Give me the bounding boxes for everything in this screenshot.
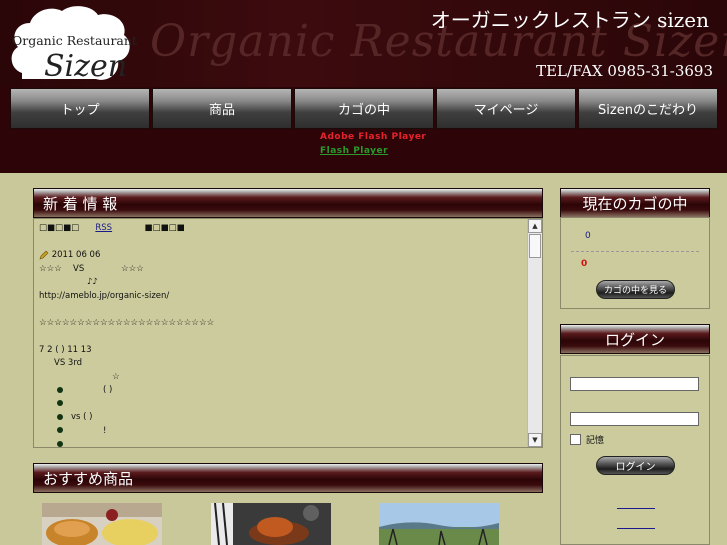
scroll-thumb[interactable] (529, 234, 541, 258)
news-title: 新 着 情 報 (43, 194, 118, 213)
news-bullet-item: ( ) (39, 384, 524, 398)
recommend-title: おすすめ商品 (43, 469, 134, 488)
view-cart-button[interactable]: カゴの中を見る (596, 280, 675, 299)
product-thumbnail-2[interactable] (211, 503, 331, 545)
news-marks-right: ■□■□■ (144, 223, 185, 233)
logo-text-line2: Sizen (44, 49, 128, 84)
cart-box: 0 0 カゴの中を見る (560, 217, 710, 309)
news-feed: □■□■□ RSS ■□■□■ 2011 06 06 ☆☆☆ VS ☆☆☆ ♪♪… (39, 222, 524, 447)
news-line: 7 2 ( ) 11 13 (39, 344, 92, 355)
bullet-icon (57, 427, 63, 433)
login-title: ログイン (604, 330, 665, 349)
bullet-icon (57, 400, 63, 406)
news-date-row: 2011 06 06 (39, 249, 524, 263)
pencil-icon (39, 250, 49, 259)
news-scrollbar[interactable]: ▲ ▼ (527, 219, 542, 447)
forgot-password-link[interactable] (617, 528, 655, 529)
remember-me[interactable]: 記憶 (570, 433, 604, 446)
login-header: ログイン (560, 324, 710, 354)
register-link[interactable] (617, 508, 655, 509)
product-thumbnail-3[interactable] (379, 503, 499, 545)
news-line: VS 3rd (54, 358, 83, 368)
tel-fax: TEL/FAX 0985-31-3693 (536, 62, 713, 80)
cart-header: 現在のカゴの中 (560, 188, 710, 218)
news-marks-left: □■□■□ (39, 223, 80, 233)
news-url: http://ameblo.jp/organic-sizen/ (39, 290, 170, 301)
news-rss-row: □■□■□ RSS ■□■□■ (39, 222, 524, 236)
nav-top-label: トップ (60, 103, 100, 118)
logo-text-line1: Organic Restaurant (12, 33, 137, 48)
bullet-icon (57, 413, 63, 420)
news-line: ☆☆☆ VS ☆☆☆ (39, 263, 144, 274)
nav-top[interactable]: トップ (10, 88, 150, 129)
cart-title: 現在のカゴの中 (582, 194, 688, 213)
nav-products[interactable]: 商品 (152, 88, 292, 129)
news-bullet-item (39, 398, 524, 412)
news-header: 新 着 情 報 (33, 188, 543, 218)
news-line: ☆ (112, 371, 120, 382)
nav-cart[interactable]: カゴの中 (294, 88, 434, 129)
bullet-icon (57, 386, 63, 393)
nav-mypage[interactable]: マイページ (436, 88, 576, 129)
remember-label: 記憶 (586, 436, 605, 446)
recommend-header: おすすめ商品 (33, 463, 543, 493)
cart-total: 0 (581, 259, 588, 269)
scroll-down-arrow-icon[interactable]: ▼ (528, 433, 542, 447)
site-title: オーガニックレストラン sizen (430, 8, 709, 32)
nav-cart-label: カゴの中 (337, 103, 390, 118)
login-box: 記憶 ログイン (560, 355, 710, 545)
news-bullet-item: ! (39, 425, 524, 439)
flash-player-link[interactable]: Flash Player (320, 146, 388, 156)
login-button[interactable]: ログイン (596, 456, 675, 475)
news-line: ♪♪ (87, 277, 98, 287)
login-password-input[interactable] (570, 412, 699, 426)
cart-divider (571, 251, 699, 252)
product-thumbnail-1[interactable] (42, 503, 162, 545)
news-bullet-item (39, 438, 524, 447)
flash-notice: Adobe Flash Player (320, 132, 427, 142)
nav-products-label: 商品 (208, 103, 235, 118)
nav-mypage-label: マイページ (473, 103, 539, 118)
nav-commitment-label: Sizenのこだわり (598, 103, 698, 118)
site-header: Organic Restaurant Sizen Organic Restaur… (0, 0, 727, 87)
rss-link[interactable]: RSS (95, 223, 112, 233)
main-nav: トップ 商品 カゴの中 マイページ Sizenのこだわり Adobe Flash… (0, 87, 727, 173)
scroll-up-arrow-icon[interactable]: ▲ (528, 219, 542, 233)
nav-commitment[interactable]: Sizenのこだわり (578, 88, 718, 129)
remember-checkbox[interactable] (570, 434, 581, 445)
login-id-input[interactable] (570, 377, 699, 391)
bullet-icon (57, 440, 63, 447)
news-bullet-item: vs ( ) (39, 411, 524, 425)
news-date: 2011 06 06 (51, 250, 101, 260)
news-stars-line: ☆☆☆☆☆☆☆☆☆☆☆☆☆☆☆☆☆☆☆☆☆☆☆ (39, 317, 215, 328)
cart-count: 0 (585, 231, 591, 241)
news-content-box: □■□■□ RSS ■□■□■ 2011 06 06 ☆☆☆ VS ☆☆☆ ♪♪… (33, 218, 543, 448)
